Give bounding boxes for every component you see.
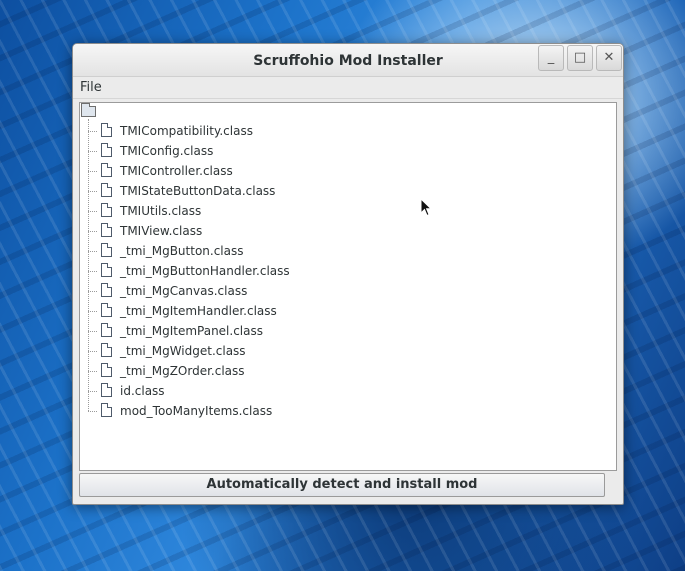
file-icon bbox=[101, 243, 112, 257]
tree-item[interactable]: TMICompatibility.class bbox=[88, 121, 588, 141]
file-icon bbox=[101, 183, 112, 197]
tree-connector bbox=[88, 171, 97, 172]
menu-bar: File bbox=[73, 77, 623, 99]
tree-item[interactable]: _tmi_MgItemHandler.class bbox=[88, 301, 588, 321]
tree-item-label: _tmi_MgItemHandler.class bbox=[120, 304, 277, 318]
tree-item-label: _tmi_MgCanvas.class bbox=[120, 284, 248, 298]
close-button[interactable]: ✕ bbox=[596, 45, 622, 71]
tree-item-label: _tmi_MgWidget.class bbox=[120, 344, 246, 358]
tree-connector bbox=[88, 211, 97, 212]
tree-connector bbox=[88, 411, 97, 412]
tree-connector bbox=[88, 231, 97, 232]
title-bar[interactable]: Scruffohio Mod Installer _ □ ✕ bbox=[73, 44, 623, 77]
tree-connector bbox=[88, 191, 97, 192]
tree-connector bbox=[88, 251, 97, 252]
tree-item-label: TMIStateButtonData.class bbox=[120, 184, 276, 198]
tree-item[interactable]: TMIUtils.class bbox=[88, 201, 588, 221]
tree-connector bbox=[88, 331, 97, 332]
minimize-button[interactable]: _ bbox=[538, 45, 564, 71]
file-icon bbox=[101, 223, 112, 237]
tree-item[interactable]: TMIView.class bbox=[88, 221, 588, 241]
folder-icon[interactable] bbox=[81, 103, 96, 117]
tree-item[interactable]: TMIController.class bbox=[88, 161, 588, 181]
tree-item-label: _tmi_MgButton.class bbox=[120, 244, 244, 258]
tree-item[interactable]: _tmi_MgCanvas.class bbox=[88, 281, 588, 301]
tree-item[interactable]: _tmi_MgZOrder.class bbox=[88, 361, 588, 381]
tree-connector bbox=[88, 351, 97, 352]
tree-item-label: TMIUtils.class bbox=[120, 204, 202, 218]
tree-item[interactable]: mod_TooManyItems.class bbox=[88, 401, 588, 421]
tree-item-label: id.class bbox=[120, 384, 165, 398]
file-icon bbox=[101, 203, 112, 217]
file-icon bbox=[101, 163, 112, 177]
file-icon bbox=[101, 363, 112, 377]
tree-connector bbox=[88, 151, 97, 152]
install-mod-button[interactable]: Automatically detect and install mod bbox=[79, 473, 605, 497]
installer-window: Scruffohio Mod Installer _ □ ✕ File TMIC… bbox=[72, 43, 624, 505]
file-icon bbox=[101, 123, 112, 137]
tree-connector bbox=[88, 131, 97, 132]
file-icon bbox=[101, 303, 112, 317]
tree-item[interactable]: TMIConfig.class bbox=[88, 141, 588, 161]
file-icon bbox=[101, 283, 112, 297]
mouse-pointer-icon bbox=[420, 198, 432, 217]
menu-file[interactable]: File bbox=[80, 77, 102, 98]
maximize-button[interactable]: □ bbox=[567, 45, 593, 71]
tree-item[interactable]: _tmi_MgWidget.class bbox=[88, 341, 588, 361]
tree-item[interactable]: _tmi_MgButtonHandler.class bbox=[88, 261, 588, 281]
tree-connector bbox=[88, 271, 97, 272]
file-icon bbox=[101, 143, 112, 157]
tree-item-label: TMIView.class bbox=[120, 224, 203, 238]
tree-item-label: _tmi_MgButtonHandler.class bbox=[120, 264, 290, 278]
tree-item[interactable]: _tmi_MgButton.class bbox=[88, 241, 588, 261]
tree-item-label: TMIConfig.class bbox=[120, 144, 214, 158]
tree-connector bbox=[88, 371, 97, 372]
file-icon bbox=[101, 263, 112, 277]
tree-connector bbox=[88, 311, 97, 312]
tree-item-label: TMICompatibility.class bbox=[120, 124, 253, 138]
tree-item[interactable]: id.class bbox=[88, 381, 588, 401]
file-icon bbox=[101, 323, 112, 337]
tree-item-label: mod_TooManyItems.class bbox=[120, 404, 273, 418]
tree-item-label: _tmi_MgItemPanel.class bbox=[120, 324, 263, 338]
tree-item[interactable]: TMIStateButtonData.class bbox=[88, 181, 588, 201]
tree-item-label: TMIController.class bbox=[120, 164, 233, 178]
file-icon bbox=[101, 403, 112, 417]
tree-item-label: _tmi_MgZOrder.class bbox=[120, 364, 245, 378]
tree-connector bbox=[88, 291, 97, 292]
tree-connector bbox=[88, 391, 97, 392]
file-tree[interactable]: TMICompatibility.class TMIConfig.class TMI… bbox=[79, 102, 617, 471]
file-icon bbox=[101, 383, 112, 397]
tree-item[interactable]: _tmi_MgItemPanel.class bbox=[88, 321, 588, 341]
file-icon bbox=[101, 343, 112, 357]
